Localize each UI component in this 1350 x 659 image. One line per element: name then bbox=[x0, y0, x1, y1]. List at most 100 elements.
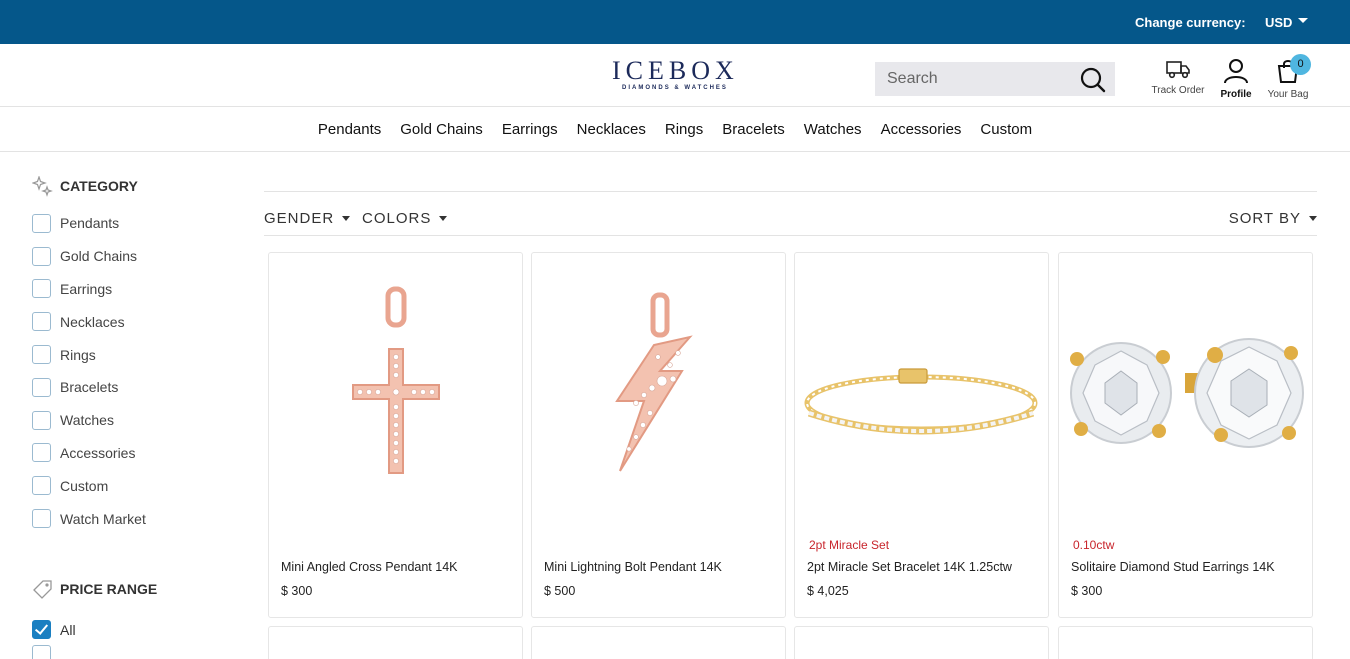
currency-caret-icon[interactable] bbox=[1298, 18, 1308, 23]
bag-count-badge: 0 bbox=[1290, 54, 1311, 75]
category-option-necklaces[interactable]: Necklaces bbox=[32, 305, 232, 338]
filter-sidebar: CATEGORY Pendants Gold Chains Earrings N… bbox=[32, 175, 232, 535]
category-label: Watch Market bbox=[60, 510, 146, 527]
nav-item-gold-chains[interactable]: Gold Chains bbox=[400, 121, 483, 138]
product-image-stud-earrings[interactable] bbox=[1059, 253, 1312, 523]
nav-item-custom[interactable]: Custom bbox=[980, 121, 1032, 138]
product-image-cross-pendant[interactable] bbox=[269, 253, 522, 523]
product-price: $ 300 bbox=[281, 584, 313, 598]
checkbox[interactable] bbox=[32, 279, 51, 299]
product-image-lightning-pendant[interactable] bbox=[532, 253, 785, 523]
currency-label: Change currency: bbox=[1135, 15, 1246, 30]
product-price: $ 4,025 bbox=[807, 584, 849, 598]
nav-item-earrings[interactable]: Earrings bbox=[502, 121, 558, 138]
nav-item-accessories[interactable]: Accessories bbox=[881, 121, 962, 138]
chevron-down-icon bbox=[342, 216, 351, 221]
gender-filter-dropdown[interactable]: GENDER bbox=[264, 210, 351, 227]
colors-filter-label: COLORS bbox=[362, 210, 432, 227]
nav-item-pendants[interactable]: Pendants bbox=[318, 121, 381, 138]
category-label: Necklaces bbox=[60, 313, 125, 330]
product-card[interactable] bbox=[268, 626, 523, 659]
track-order-button[interactable]: Track Order bbox=[1148, 58, 1208, 96]
category-option-rings[interactable]: Rings bbox=[32, 338, 232, 371]
filter-bar: GENDER COLORS SORT BY bbox=[264, 191, 1317, 236]
product-price: $ 300 bbox=[1071, 584, 1103, 598]
product-card[interactable] bbox=[794, 626, 1049, 659]
category-label: Bracelets bbox=[60, 379, 119, 396]
product-card[interactable] bbox=[531, 626, 786, 659]
sort-by-dropdown[interactable]: SORT BY bbox=[1229, 210, 1317, 227]
currency-select[interactable]: USD bbox=[1265, 15, 1292, 30]
category-label: Custom bbox=[60, 477, 109, 494]
checkbox[interactable] bbox=[32, 246, 51, 266]
checkbox[interactable] bbox=[32, 410, 51, 430]
profile-button[interactable]: Profile bbox=[1216, 58, 1256, 100]
checkbox[interactable] bbox=[32, 312, 51, 332]
price-range-section: PRICE RANGE All bbox=[32, 578, 232, 659]
product-card[interactable]: 2pt Miracle Set 2pt Miracle Set Bracelet… bbox=[794, 252, 1049, 618]
profile-label: Profile bbox=[1220, 89, 1252, 100]
colors-filter-dropdown[interactable]: COLORS bbox=[362, 210, 448, 227]
category-label: Earrings bbox=[60, 280, 113, 297]
product-card[interactable] bbox=[1058, 626, 1313, 659]
product-name[interactable]: 2pt Miracle Set Bracelet 14K 1.25ctw bbox=[807, 560, 1012, 574]
category-label: Watches bbox=[60, 412, 114, 429]
checkbox[interactable] bbox=[32, 345, 51, 365]
logo-tagline: DIAMONDS & WATCHES bbox=[622, 85, 728, 91]
price-option-partial[interactable] bbox=[32, 645, 232, 659]
product-name[interactable]: Mini Angled Cross Pendant 14K bbox=[281, 560, 458, 574]
product-name[interactable]: Solitaire Diamond Stud Earrings 14K bbox=[1071, 560, 1275, 574]
price-range-heading: PRICE RANGE bbox=[32, 578, 232, 600]
logo[interactable]: ICEBOX DIAMONDS & WATCHES bbox=[612, 58, 738, 92]
category-label: Accessories bbox=[60, 444, 136, 461]
category-label: Gold Chains bbox=[60, 248, 138, 265]
category-option-earrings[interactable]: Earrings bbox=[32, 273, 232, 306]
bag-label: Your Bag bbox=[1267, 89, 1309, 100]
nav-item-rings[interactable]: Rings bbox=[665, 121, 703, 138]
main-nav: Pendants Gold Chains Earrings Necklaces … bbox=[0, 107, 1350, 152]
category-label: Rings bbox=[60, 346, 96, 363]
site-header: ICEBOX DIAMONDS & WATCHES Track Order Pr… bbox=[0, 44, 1350, 107]
category-option-watch-market[interactable]: Watch Market bbox=[32, 502, 232, 535]
price-option-label: All bbox=[60, 621, 76, 638]
category-label: Pendants bbox=[60, 215, 120, 232]
sparkle-icon bbox=[32, 175, 53, 197]
checkbox[interactable] bbox=[32, 443, 51, 463]
category-option-custom[interactable]: Custom bbox=[32, 469, 232, 502]
category-option-watches[interactable]: Watches bbox=[32, 404, 232, 437]
category-option-accessories[interactable]: Accessories bbox=[32, 437, 232, 470]
product-card[interactable]: Mini Angled Cross Pendant 14K $ 300 bbox=[268, 252, 523, 618]
price-option-all[interactable]: All bbox=[32, 620, 232, 639]
checkbox-checked[interactable] bbox=[32, 620, 51, 639]
checkbox[interactable] bbox=[32, 645, 51, 659]
category-option-pendants[interactable]: Pendants bbox=[32, 207, 232, 240]
product-badge: 2pt Miracle Set bbox=[809, 538, 890, 552]
product-name[interactable]: Mini Lightning Bolt Pendant 14K bbox=[544, 560, 722, 574]
checkbox[interactable] bbox=[32, 213, 51, 233]
product-price: $ 500 bbox=[544, 584, 576, 598]
product-badge: 0.10ctw bbox=[1073, 538, 1115, 552]
top-bar: Change currency: USD bbox=[0, 0, 1350, 44]
price-range-title: PRICE RANGE bbox=[60, 581, 158, 597]
checkbox[interactable] bbox=[32, 476, 51, 496]
gender-filter-label: GENDER bbox=[264, 210, 335, 227]
truck-icon bbox=[1166, 61, 1190, 79]
nav-item-watches[interactable]: Watches bbox=[804, 121, 862, 138]
user-icon bbox=[1224, 59, 1248, 84]
product-image-tennis-bracelet[interactable] bbox=[795, 253, 1048, 523]
product-card[interactable]: Mini Lightning Bolt Pendant 14K $ 500 bbox=[531, 252, 786, 618]
search-icon[interactable] bbox=[1079, 66, 1107, 99]
checkbox[interactable] bbox=[32, 509, 51, 529]
price-tag-icon bbox=[33, 579, 52, 599]
nav-item-necklaces[interactable]: Necklaces bbox=[577, 121, 646, 138]
product-card[interactable]: 0.10ctw Solitaire Diamond Stud Earrings … bbox=[1058, 252, 1313, 618]
category-heading: CATEGORY bbox=[32, 175, 232, 197]
checkbox[interactable] bbox=[32, 377, 51, 397]
search-input[interactable] bbox=[875, 62, 1065, 96]
category-title: CATEGORY bbox=[60, 178, 138, 194]
chevron-down-icon bbox=[439, 216, 448, 221]
category-option-gold-chains[interactable]: Gold Chains bbox=[32, 240, 232, 273]
bag-button[interactable]: 0 Your Bag bbox=[1263, 54, 1313, 100]
nav-item-bracelets[interactable]: Bracelets bbox=[722, 121, 785, 138]
category-option-bracelets[interactable]: Bracelets bbox=[32, 371, 232, 404]
